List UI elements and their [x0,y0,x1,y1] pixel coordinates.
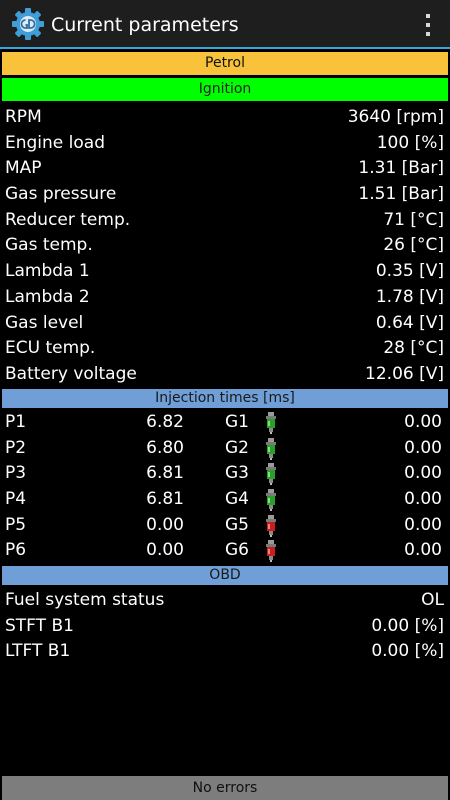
parameter-row-gas-pressure: Gas pressure 1.51 [Bar] [0,182,450,208]
gas-injector-label: G1 [225,412,249,432]
petrol-injector-label: P6 [5,540,27,561]
parameter-label: Engine load [5,132,105,153]
obd-list: Fuel system status OL STFT B1 0.00 [%] L… [0,588,450,665]
parameter-row-engine-load: Engine load 100 [%] [0,131,450,157]
parameter-value: 12.06 [V] [365,363,444,384]
obd-row-fuel-system-status: Fuel system status OL [0,588,450,614]
injector-green-icon [266,489,276,512]
obd-header: OBD [2,566,448,585]
ignition-bar: Ignition [2,78,448,101]
injector-red-icon [266,514,276,537]
gas-injector-label: G5 [225,514,249,535]
obd-value: OL [421,590,444,610]
parameter-row-reducer-temp: Reducer temp. 71 [°C] [0,208,450,234]
injection-row: P1 6.82 G1 0.00 [0,410,450,436]
parameter-row-lambda-1: Lambda 1 0.35 [V] [0,259,450,285]
obd-label: Fuel system status [5,590,165,610]
obd-row-stft-b1: STFT B1 0.00 [%] [0,614,450,640]
petrol-injector-time: 0.00 [146,540,184,561]
petrol-injector-label: P3 [5,463,27,484]
fuel-mode-bar: Petrol [2,52,448,75]
parameter-row-lambda-2: Lambda 2 1.78 [V] [0,285,450,311]
parameter-label: Gas level [5,312,84,333]
gas-injector-label: G3 [225,463,249,484]
action-bar: Current parameters [0,0,450,49]
page-title: Current parameters [51,14,239,36]
parameter-value: 0.64 [V] [375,312,444,333]
parameter-label: Battery voltage [5,363,137,384]
petrol-injector-label: P5 [5,514,27,535]
gas-injector-label: G2 [225,437,249,458]
parameter-label: Gas pressure [5,184,117,205]
injector-red-icon [266,540,276,563]
parameter-value: 71 [°C] [383,209,444,230]
parameter-label: MAP [5,158,42,179]
parameter-value: 1.78 [V] [375,286,444,307]
parameter-value: 1.31 [Bar] [358,158,444,179]
parameter-row-ecu-temp: ECU temp. 28 [°C] [0,336,450,362]
injector-green-icon [266,437,276,460]
gas-injector-time: 0.00 [404,437,442,458]
gas-injector-label: G4 [225,489,249,510]
injection-row: P4 6.81 G4 0.00 [0,487,450,513]
error-status-bar: No errors [2,776,448,800]
petrol-injector-time: 6.81 [146,489,184,510]
petrol-injector-label: P1 [5,412,27,432]
petrol-injector-time: 0.00 [146,514,184,535]
injection-row: P2 6.80 G2 0.00 [0,436,450,462]
parameter-value: 100 [%] [376,132,444,153]
petrol-injector-time: 6.80 [146,437,184,458]
parameter-label: Gas temp. [5,235,93,256]
petrol-injector-time: 6.81 [146,463,184,484]
gas-injector-time: 0.00 [404,412,442,432]
injection-row: P5 0.00 G5 0.00 [0,513,450,539]
gas-ecu-gear-icon[interactable] [11,7,45,41]
injector-green-icon [266,463,276,486]
injection-table: P1 6.82 G1 0.00 P2 6.80 G2 0.00 P3 6.81 … [0,410,450,564]
injection-times-header: Injection times [ms] [2,389,448,408]
parameter-label: Lambda 2 [5,286,90,307]
petrol-injector-time: 6.82 [146,412,184,432]
obd-value: 0.00 [%] [371,641,444,662]
overflow-menu-icon[interactable] [420,11,436,39]
petrol-injector-label: P2 [5,437,27,458]
parameter-value: 26 [°C] [383,235,444,256]
parameter-label: RPM [5,107,42,127]
parameter-value: 1.51 [Bar] [358,184,444,205]
parameter-value: 0.35 [V] [375,261,444,282]
injector-green-icon [266,412,276,434]
parameter-row-map: MAP 1.31 [Bar] [0,156,450,182]
obd-row-ltft-b1: LTFT B1 0.00 [%] [0,639,450,665]
parameter-row-gas-temp: Gas temp. 26 [°C] [0,233,450,259]
parameter-value: 3640 [rpm] [347,107,444,127]
injection-row: P3 6.81 G3 0.00 [0,461,450,487]
injection-row: P6 0.00 G6 0.00 [0,538,450,564]
parameter-label: Lambda 1 [5,261,90,282]
gas-injector-time: 0.00 [404,540,442,561]
gas-injector-label: G6 [225,540,249,561]
parameter-row-battery-voltage: Battery voltage 12.06 [V] [0,362,450,388]
gas-injector-time: 0.00 [404,489,442,510]
parameter-list: RPM 3640 [rpm] Engine load 100 [%] MAP 1… [0,105,450,388]
parameter-label: Reducer temp. [5,209,131,230]
parameter-value: 28 [°C] [383,338,444,359]
parameter-row-rpm: RPM 3640 [rpm] [0,105,450,131]
obd-label: LTFT B1 [5,641,71,662]
parameter-label: ECU temp. [5,338,96,359]
obd-label: STFT B1 [5,615,74,636]
obd-value: 0.00 [%] [371,615,444,636]
parameter-row-gas-level: Gas level 0.64 [V] [0,311,450,337]
gas-injector-time: 0.00 [404,463,442,484]
petrol-injector-label: P4 [5,489,27,510]
gas-injector-time: 0.00 [404,514,442,535]
